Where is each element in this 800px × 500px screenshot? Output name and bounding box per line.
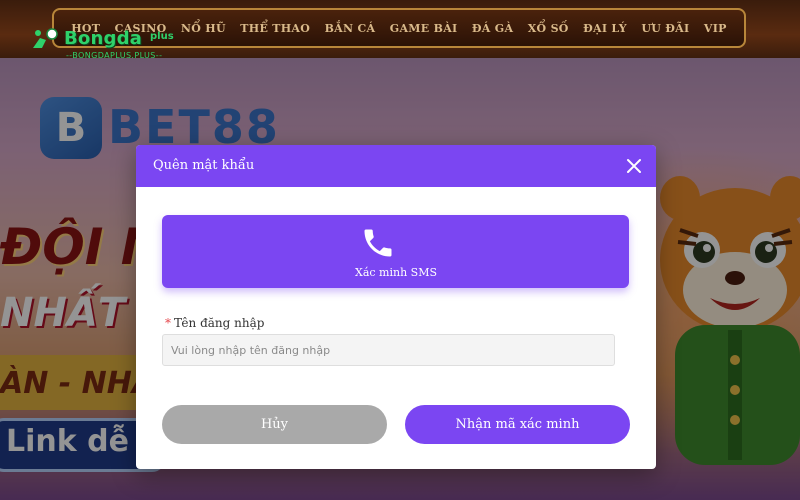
nav-item-no-hu[interactable]: NỔ HŨ <box>181 22 226 35</box>
watermark-suffix: plus <box>150 31 174 42</box>
nav-item-da-ga[interactable]: ĐÁ GÀ <box>472 22 513 35</box>
get-verification-code-button[interactable]: Nhận mã xác minh <box>405 405 630 444</box>
username-label-text: Tên đăng nhập <box>174 316 265 330</box>
watermark-url: --BONGDAPLUS.PLUS-- <box>66 51 163 60</box>
soccer-player-icon <box>33 28 58 48</box>
close-icon[interactable] <box>624 156 644 176</box>
nav-item-xo-so[interactable]: XỔ SỐ <box>528 22 569 35</box>
sms-verification-label: Xác minh SMS <box>355 266 437 279</box>
nav-item-vip[interactable]: VIP <box>704 22 727 35</box>
nav-item-dai-ly[interactable]: ĐẠI LÝ <box>583 22 627 35</box>
nav-item-uu-dai[interactable]: ƯU ĐÃI <box>641 22 689 35</box>
dialog-header: Quên mật khẩu <box>136 145 656 187</box>
watermark-name: Bongda <box>64 28 143 49</box>
watermark-logo: Bongda plus --BONGDAPLUS.PLUS-- <box>28 22 178 64</box>
nav-item-game-bai[interactable]: GAME BÀI <box>390 22 458 35</box>
phone-icon <box>364 229 392 257</box>
forgot-password-dialog: Quên mật khẩu Xác minh SMS * Tên đăng nhậ… <box>136 145 656 469</box>
cancel-button[interactable]: Hủy <box>162 405 387 444</box>
username-label: * Tên đăng nhập <box>165 316 264 330</box>
dialog-title: Quên mật khẩu <box>153 158 255 173</box>
required-marker: * <box>165 316 171 330</box>
username-input[interactable] <box>162 334 615 366</box>
nav-item-the-thao[interactable]: THỂ THAO <box>240 22 310 35</box>
nav-item-ban-ca[interactable]: BẮN CÁ <box>325 22 376 35</box>
